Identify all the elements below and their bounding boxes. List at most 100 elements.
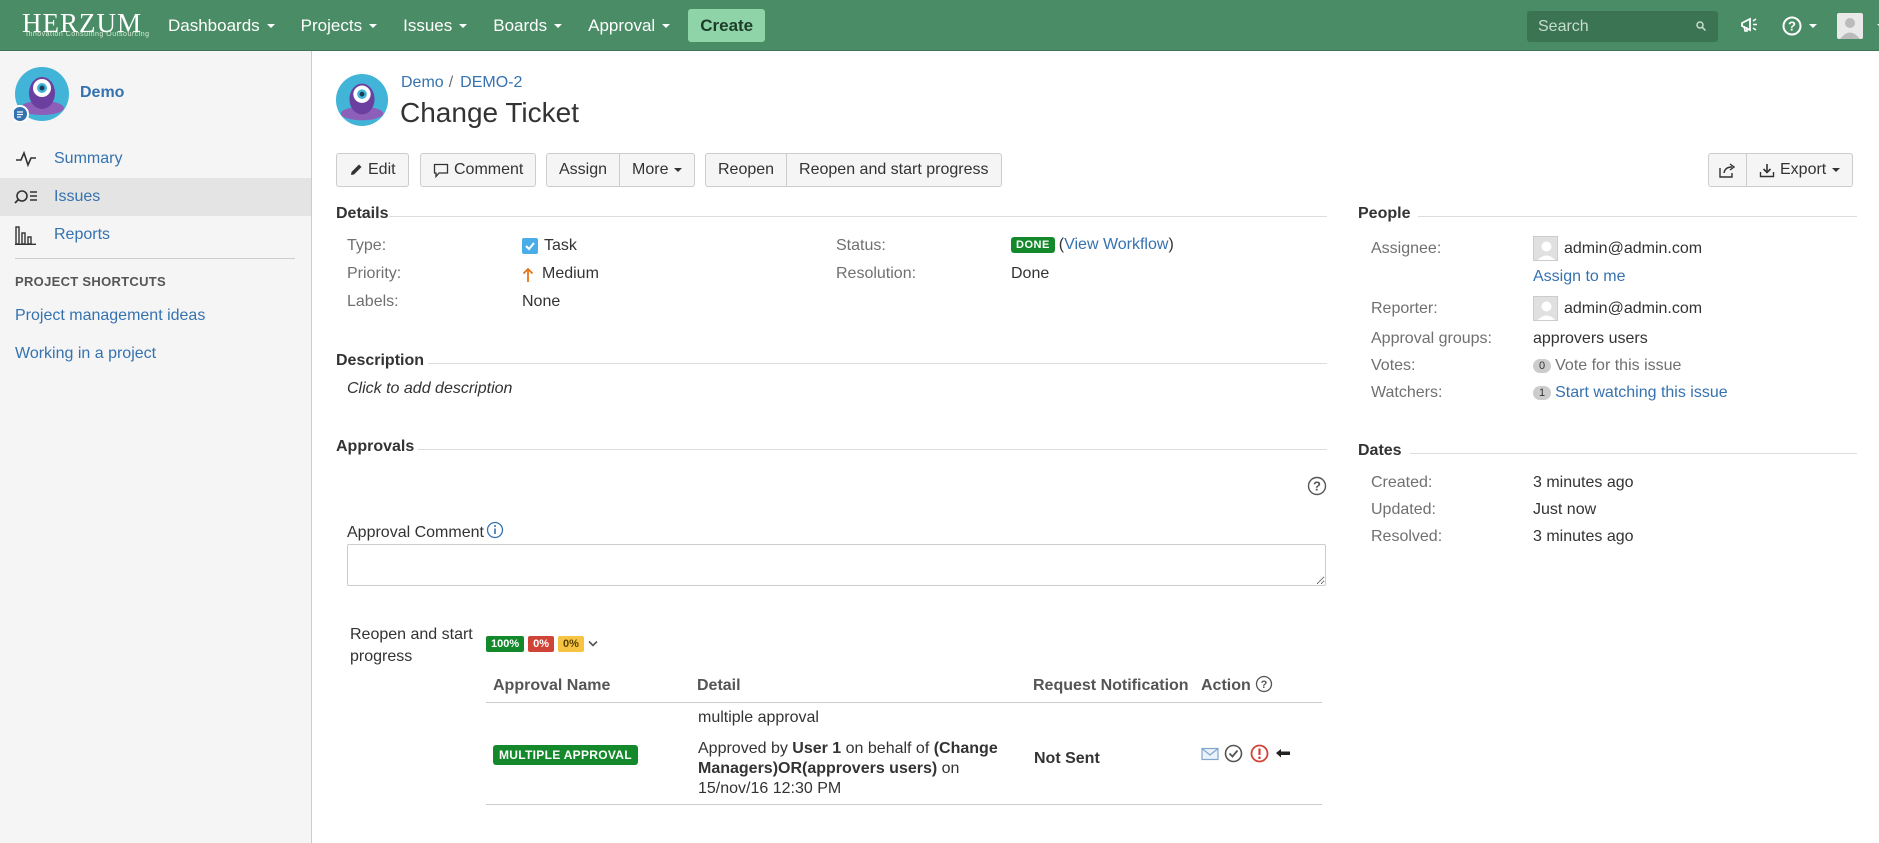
rejected-percent-badge: 0%: [528, 636, 555, 652]
dates-heading[interactable]: Dates: [1358, 442, 1402, 460]
approval-progress-badges[interactable]: 100% 0% 0%: [486, 636, 598, 652]
approval-name-badge: MULTIPLE APPROVAL: [493, 745, 638, 765]
create-button[interactable]: Create: [688, 9, 766, 42]
description-placeholder[interactable]: Click to add description: [347, 380, 512, 398]
votes-label: Votes:: [1371, 357, 1416, 374]
email-icon[interactable]: [1201, 747, 1219, 761]
breadcrumb-issue-key-link[interactable]: DEMO-2: [460, 74, 522, 91]
nav-issues[interactable]: Issues: [403, 16, 468, 36]
sidebar-item-label: Reports: [54, 226, 111, 243]
search-input[interactable]: [1527, 11, 1718, 42]
created-label: Created:: [1371, 474, 1433, 491]
description-heading[interactable]: Description: [336, 352, 424, 370]
sidebar-item-summary[interactable]: Summary: [0, 140, 311, 178]
nav-projects[interactable]: Projects: [301, 16, 378, 36]
reject-exclamation-icon[interactable]: [1250, 744, 1269, 763]
approver-groups-part2: Managers)OR(approvers users): [698, 760, 938, 777]
breadcrumb-project-link[interactable]: Demo: [401, 74, 444, 91]
main-nav: Dashboards Projects Issues Boards Approv…: [168, 0, 766, 51]
approvals-heading[interactable]: Approvals: [336, 438, 414, 456]
project-name[interactable]: Demo: [80, 84, 124, 102]
sidebar-item-issues[interactable]: Issues: [0, 178, 311, 216]
share-export-group: Export: [1708, 153, 1854, 187]
issues-search-icon: [14, 185, 38, 209]
view-workflow-link[interactable]: View Workflow: [1064, 236, 1168, 254]
labels-value[interactable]: None: [522, 293, 560, 311]
people-heading[interactable]: People: [1358, 205, 1410, 223]
help-circle-icon[interactable]: ?: [1307, 476, 1327, 496]
reporter-label: Reporter:: [1371, 300, 1438, 317]
start-watching-link[interactable]: Start watching this issue: [1555, 384, 1728, 402]
assignee-value[interactable]: admin@admin.com: [1533, 236, 1702, 261]
reply-arrow-icon[interactable]: [1275, 748, 1291, 760]
nav-approval[interactable]: Approval: [588, 16, 671, 36]
approval-groups-value: approvers users: [1533, 330, 1648, 347]
approval-actions: [1201, 744, 1291, 763]
column-header-approval-name: Approval Name: [493, 677, 611, 694]
issue-project-avatar[interactable]: [335, 73, 389, 127]
bar-chart-icon: [14, 223, 38, 247]
status-label: Status:: [836, 237, 886, 254]
more-button-label: More: [632, 161, 669, 178]
vote-for-issue-text: Vote for this issue: [1555, 357, 1682, 374]
chevron-down-icon: [1832, 168, 1841, 172]
details-heading[interactable]: Details: [336, 205, 388, 223]
chevron-down-icon: [369, 23, 378, 28]
approval-detail-text: Approved by User 1 on behalf of (Change …: [698, 739, 1028, 799]
breadcrumb-separator: /: [448, 74, 454, 91]
comment-icon: [433, 163, 449, 178]
assignee-label: Assignee:: [1371, 240, 1442, 257]
dates-divider: [1410, 453, 1857, 454]
labels-label: Labels:: [347, 293, 399, 310]
help-menu[interactable]: ?: [1782, 16, 1817, 36]
megaphone-icon[interactable]: [1740, 16, 1760, 34]
search-icon[interactable]: [1696, 21, 1706, 31]
shortcut-working-in-a-project[interactable]: Working in a project: [15, 345, 156, 363]
sidebar-item-reports[interactable]: Reports: [0, 216, 311, 254]
user-avatar[interactable]: [1837, 13, 1863, 39]
share-button[interactable]: [1708, 153, 1747, 187]
table-bottom-divider: [486, 804, 1322, 805]
assign-to-me-link[interactable]: Assign to me: [1533, 268, 1625, 286]
help-circle-icon[interactable]: ?: [1255, 675, 1273, 693]
on-text: on: [937, 760, 960, 777]
type-value-text: Task: [544, 237, 577, 254]
project-avatar[interactable]: [14, 66, 70, 122]
chevron-down-icon: [588, 640, 598, 647]
svg-text:?: ?: [1260, 679, 1267, 691]
nav-boards[interactable]: Boards: [493, 15, 563, 36]
more-button[interactable]: More: [620, 153, 696, 187]
column-header-action-text: Action: [1201, 677, 1251, 694]
approval-transition-name: Reopen and start progress: [350, 624, 473, 668]
people-divider: [1418, 216, 1857, 217]
approve-check-icon[interactable]: [1224, 744, 1243, 763]
resolved-label: Resolved:: [1371, 528, 1443, 545]
approval-comment-input[interactable]: [347, 544, 1326, 586]
nav-dashboards-label: Dashboards: [168, 15, 260, 35]
shortcut-project-management-ideas[interactable]: Project management ideas: [15, 307, 205, 325]
approved-by-text: Approved by: [698, 740, 793, 757]
table-header-divider: [486, 702, 1322, 703]
comment-button[interactable]: Comment: [420, 153, 537, 187]
chevron-down-icon: [266, 23, 275, 28]
votes-value[interactable]: 0 Vote for this issue: [1533, 357, 1681, 375]
type-label: Type:: [347, 237, 387, 254]
reopen-button[interactable]: Reopen: [705, 153, 788, 187]
priority-label: Priority:: [347, 265, 402, 282]
approval-groups-label: Approval groups:: [1371, 330, 1492, 347]
export-button[interactable]: Export: [1747, 153, 1854, 187]
approval-transition-line2: progress: [350, 648, 413, 665]
nav-dashboards[interactable]: Dashboards: [168, 16, 275, 36]
status-value: DONE(View Workflow): [1011, 236, 1174, 254]
info-icon[interactable]: [486, 521, 504, 539]
comment-button-group: Comment: [420, 153, 537, 187]
edit-button[interactable]: Edit: [336, 153, 409, 187]
reopen-and-start-progress-button[interactable]: Reopen and start progress: [787, 153, 1002, 187]
logo-tagline: Innovation Consulting Outsourcing: [26, 31, 150, 38]
column-header-request-notification: Request Notification: [1033, 677, 1189, 694]
reporter-value: admin@admin.com: [1533, 296, 1702, 321]
assign-button[interactable]: Assign: [546, 153, 621, 187]
approval-detail-line2: Managers)OR(approvers users) on: [698, 759, 1028, 779]
nav-boards-label: Boards: [493, 15, 548, 35]
approval-detail-date: 15/nov/16 12:30 PM: [698, 780, 842, 797]
